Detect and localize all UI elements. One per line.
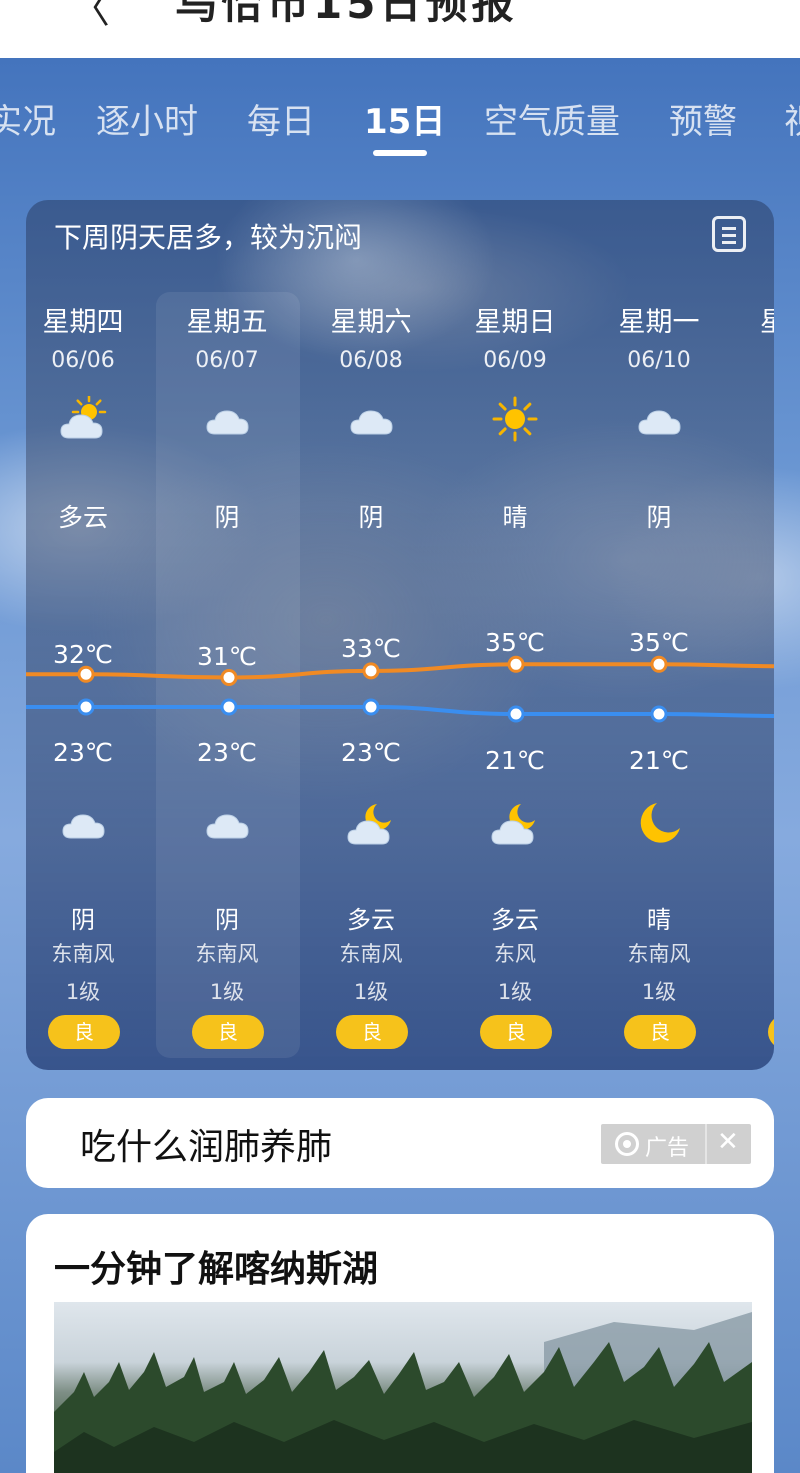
wind-level: 1级 bbox=[209, 980, 245, 1004]
ad-badge: 广告 ✕ bbox=[601, 1124, 751, 1164]
weekday-label: 星期日 bbox=[474, 307, 556, 338]
low-temp-label: 23℃ bbox=[53, 738, 113, 767]
ad-title[interactable]: 吃什么润肺养肺 bbox=[80, 1118, 332, 1170]
wind-direction: 东南风 bbox=[195, 942, 259, 966]
date-label: 06/07 bbox=[195, 348, 259, 373]
tab-15day[interactable]: 15日 bbox=[364, 94, 445, 143]
cloud-icon bbox=[203, 396, 251, 442]
top-bar: 〈 乌恰市15日预报 bbox=[0, 0, 800, 58]
partly-cloudy-night-icon bbox=[347, 800, 395, 846]
day-column[interactable]: 星期四 06/06 多云 32℃ 23℃ 阴东南风 1级良 bbox=[26, 200, 153, 1070]
divider bbox=[705, 1124, 707, 1164]
day-condition: 阴 bbox=[646, 503, 672, 532]
high-temp-label: 31℃ bbox=[197, 642, 257, 671]
cloud-icon bbox=[635, 396, 683, 442]
low-temp-label: 23℃ bbox=[341, 738, 401, 767]
wind-level: 1级 bbox=[353, 980, 389, 1004]
high-temp-label: 33℃ bbox=[341, 634, 401, 663]
night-condition: 晴 bbox=[647, 906, 671, 934]
wind-direction: 东南风 bbox=[627, 942, 691, 966]
low-temp-label: 21℃ bbox=[485, 746, 545, 775]
day-column[interactable]: 星期一 06/10 阴 35℃ 21℃ 晴东南风 1级良 bbox=[589, 200, 729, 1070]
tab-realtime[interactable]: 实况 bbox=[0, 94, 56, 143]
date-label: 06/08 bbox=[339, 348, 403, 373]
weekday-label: 星期四 bbox=[42, 307, 124, 338]
low-temp-label: 23℃ bbox=[197, 738, 257, 767]
date-label: 06/06 bbox=[51, 348, 115, 373]
partly-cloudy-day-icon bbox=[59, 394, 107, 442]
aqi-badge: 良 bbox=[336, 1015, 408, 1049]
weekday-label: 星期六 bbox=[330, 307, 412, 338]
sun-icon bbox=[491, 396, 539, 442]
aqi-badge: 良 bbox=[192, 1015, 264, 1049]
wind-level: 1级 bbox=[65, 980, 101, 1004]
day-column-partial[interactable]: 星 bbox=[748, 200, 774, 1070]
day-condition: 多云 bbox=[57, 503, 108, 532]
aqi-badge bbox=[768, 1015, 774, 1049]
weekday-label: 星 bbox=[760, 307, 774, 338]
date-label: 06/10 bbox=[627, 348, 691, 373]
wind-direction: 东风 bbox=[494, 942, 536, 966]
tab-daily[interactable]: 每日 bbox=[247, 94, 315, 143]
day-column[interactable]: 星期六 06/08 阴 33℃ 23℃ 多云东南风 1级良 bbox=[301, 200, 441, 1070]
day-condition: 晴 bbox=[502, 503, 528, 532]
wind-direction: 东南风 bbox=[339, 942, 403, 966]
weekday-label: 星期五 bbox=[186, 307, 268, 338]
forecast-card: 下周阴天居多，较为沉闷 星期四 06/06 多云 32℃ 23℃ 阴东南风 1级良星期五 06… bbox=[26, 200, 774, 1070]
back-button[interactable]: 〈 bbox=[70, 0, 110, 34]
tab-alerts[interactable]: 预警 bbox=[669, 94, 737, 143]
article-thumbnail[interactable] bbox=[54, 1302, 752, 1473]
ad-banner[interactable]: 吃什么润肺养肺 广告 ✕ bbox=[26, 1098, 774, 1188]
cloud-icon bbox=[59, 800, 107, 846]
wind-level: 1级 bbox=[497, 980, 533, 1004]
aqi-badge: 良 bbox=[624, 1015, 696, 1049]
high-temp-label: 35℃ bbox=[629, 628, 689, 657]
day-condition: 阴 bbox=[358, 503, 384, 532]
article-title[interactable]: 一分钟了解喀纳斯湖 bbox=[54, 1240, 378, 1292]
night-condition: 多云 bbox=[347, 906, 395, 934]
low-temp-label: 21℃ bbox=[629, 746, 689, 775]
high-temp-label: 32℃ bbox=[53, 640, 113, 669]
moon-icon bbox=[635, 800, 683, 846]
aqi-badge: 良 bbox=[480, 1015, 552, 1049]
partly-cloudy-night-icon bbox=[491, 800, 539, 846]
tab-hourly[interactable]: 逐小时 bbox=[96, 94, 198, 143]
night-condition: 阴 bbox=[71, 906, 95, 934]
wind-direction: 东南风 bbox=[51, 942, 115, 966]
tab-air-quality[interactable]: 空气质量 bbox=[484, 94, 620, 143]
weekday-label: 星期一 bbox=[618, 307, 700, 338]
day-column[interactable]: 星期日 06/09 晴 35℃ 21℃ 多云东风 1级良 bbox=[445, 200, 585, 1070]
day-column[interactable]: 星期五 06/07 阴 31℃ 23℃ 阴东南风 1级良 bbox=[157, 200, 297, 1070]
tab-video[interactable]: 视 bbox=[784, 94, 800, 143]
ad-marker-icon bbox=[615, 1132, 639, 1156]
ad-label: 广告 bbox=[645, 1136, 690, 1161]
day-condition: 阴 bbox=[214, 503, 240, 532]
article-card[interactable]: 一分钟了解喀纳斯湖 bbox=[26, 1214, 774, 1473]
date-label: 06/09 bbox=[483, 348, 547, 373]
night-condition: 多云 bbox=[491, 906, 539, 934]
page-title: 乌恰市15日预报 bbox=[175, 0, 518, 28]
night-condition: 阴 bbox=[215, 906, 239, 934]
active-tab-indicator bbox=[373, 150, 427, 156]
wind-level: 1级 bbox=[641, 980, 677, 1004]
close-ad-button[interactable]: ✕ bbox=[717, 1127, 739, 1157]
aqi-badge: 良 bbox=[48, 1015, 120, 1049]
cloud-icon bbox=[347, 396, 395, 442]
cloud-icon bbox=[203, 800, 251, 846]
high-temp-label: 35℃ bbox=[485, 628, 545, 657]
